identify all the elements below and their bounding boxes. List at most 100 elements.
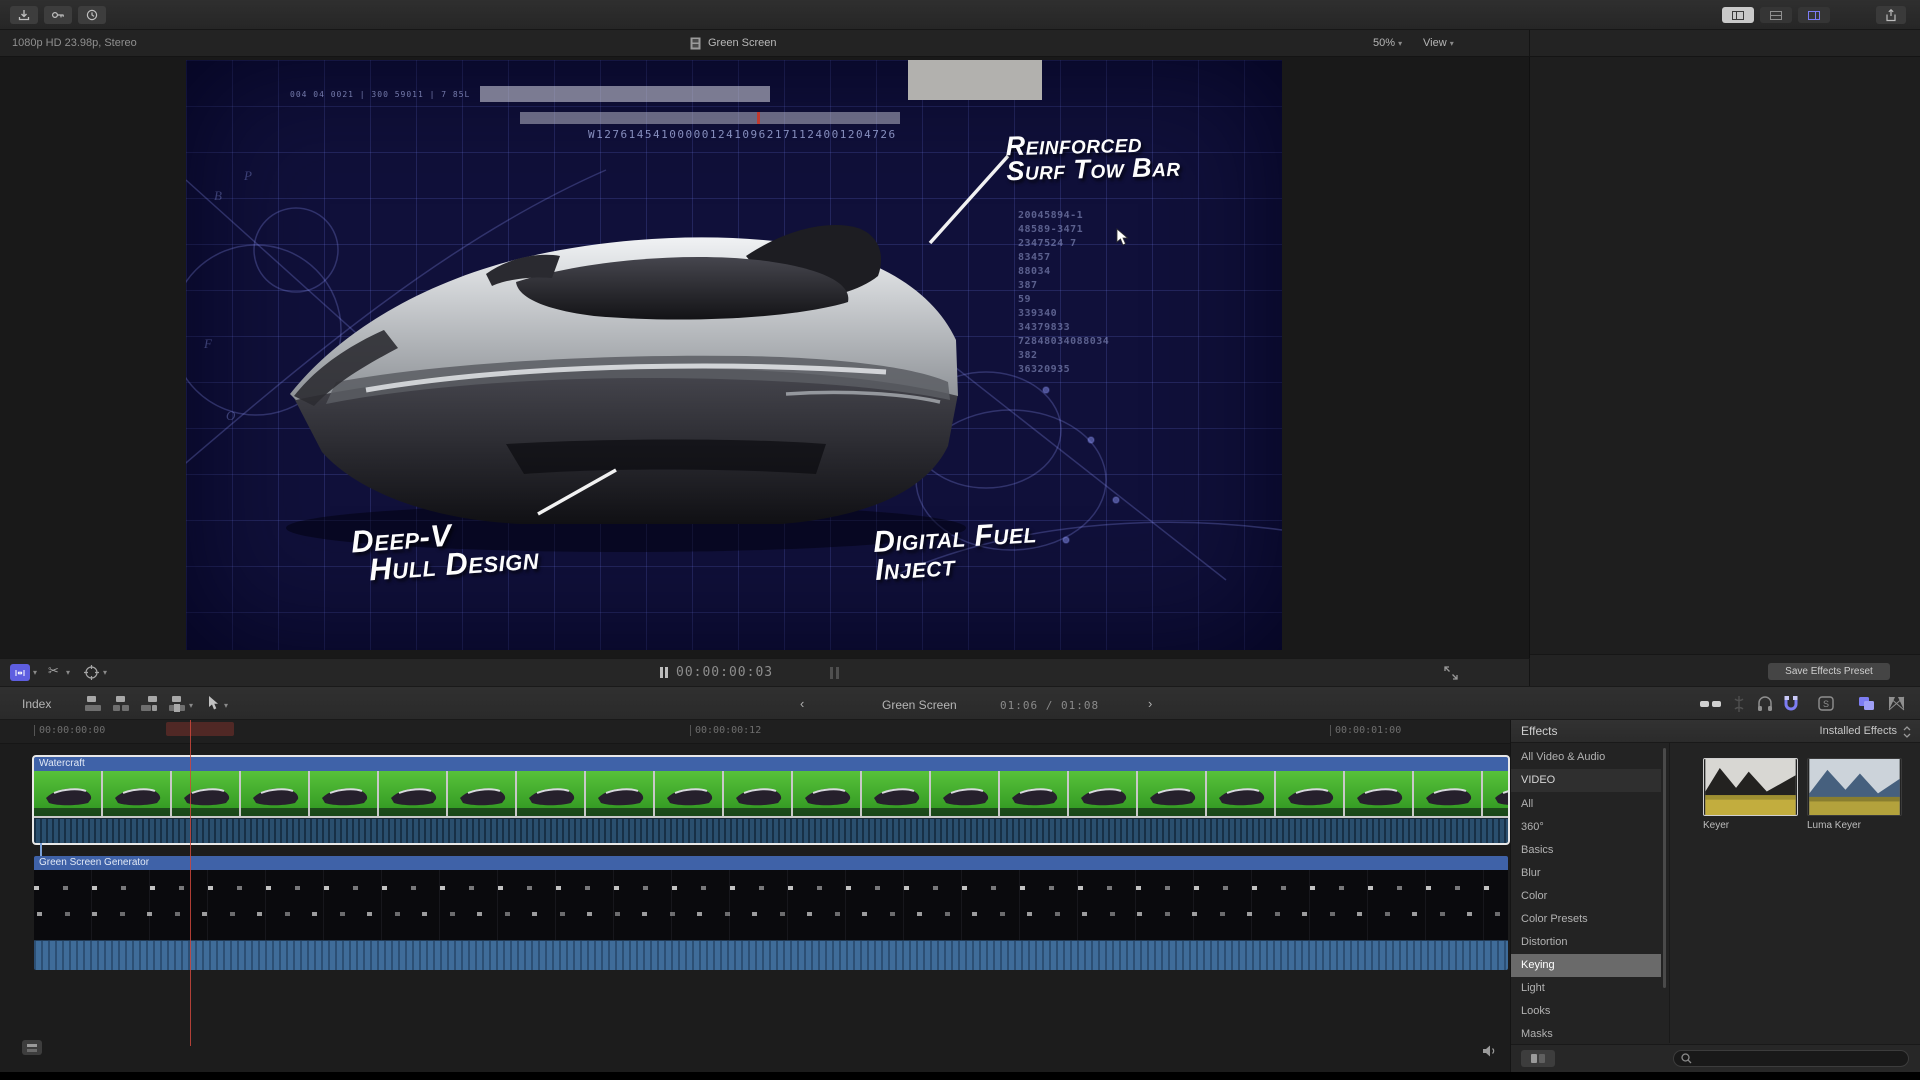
category-blur[interactable]: Blur	[1511, 862, 1661, 885]
inspector-panel: ✓ Effects ✓ Keyer Refine Key Sample Colo…	[1530, 57, 1920, 654]
playhead-timecode: 00:00:00:03	[676, 665, 773, 680]
category-basics[interactable]: Basics	[1511, 839, 1661, 862]
category-masks[interactable]: Masks	[1511, 1023, 1661, 1046]
browser-toggle-button[interactable]	[1722, 7, 1754, 23]
clip-skimming-icon[interactable]	[1700, 697, 1722, 711]
append-edit-icon[interactable]	[140, 695, 158, 712]
category-color-presets[interactable]: Color Presets	[1511, 908, 1661, 931]
gray-overlay-rect	[908, 60, 1042, 100]
background-tasks-button[interactable]	[78, 6, 106, 24]
filmstrip-icon	[690, 37, 701, 50]
effect-keyer-thumb[interactable]	[1703, 758, 1798, 816]
filmstrip-frame	[1069, 771, 1136, 816]
index-button[interactable]: Index	[22, 697, 51, 711]
appearance-icon	[27, 1044, 37, 1052]
inspector-toggle-button[interactable]	[1798, 7, 1830, 23]
import-icon	[18, 9, 30, 21]
video-frame[interactable]: BOPF	[186, 60, 1282, 650]
category-all-video-audio[interactable]: All Video & Audio	[1511, 746, 1661, 769]
category-light[interactable]: Light	[1511, 977, 1661, 1000]
overwrite-edit-icon[interactable]	[168, 695, 186, 712]
category-video-section[interactable]: VIDEO	[1511, 769, 1661, 792]
bottom-strip	[0, 1072, 1920, 1080]
skimming-icon[interactable]	[1732, 695, 1746, 713]
category-360[interactable]: 360°	[1511, 816, 1661, 839]
transform-tool-button[interactable]	[84, 665, 99, 680]
filmstrip-frame	[931, 771, 998, 816]
audio-meter-right	[836, 667, 839, 679]
filmstrip-frame	[793, 771, 860, 816]
timeline-appearance-button[interactable]	[22, 1040, 42, 1055]
snapping-icon[interactable]	[1783, 695, 1799, 712]
transitions-browser-toggle-icon[interactable]	[1888, 696, 1905, 711]
viewer-header: 1080p HD 23.98p, Stereo Green Screen 50%…	[0, 30, 1530, 57]
solo-icon[interactable]: S	[1818, 696, 1834, 711]
keyword-editor-button[interactable]	[44, 6, 72, 24]
label-fuel: Digital Fuel Inject	[872, 519, 1039, 584]
filmstrip-frame	[1276, 771, 1343, 816]
blade-tool-button[interactable]: ✂	[48, 663, 59, 679]
browser-divider	[1669, 743, 1670, 1043]
audio-meter-left[interactable]	[830, 667, 833, 679]
hud-bar-2	[520, 112, 900, 124]
chevron-down-icon[interactable]: ▾	[33, 668, 37, 677]
chevron-down-icon[interactable]: ▾	[66, 668, 70, 677]
clip-green-screen-generator[interactable]: Green Screen Generator	[34, 856, 1508, 970]
generator-filmstrip	[34, 870, 1508, 940]
save-effects-preset-button[interactable]: Save Effects Preset	[1768, 663, 1890, 680]
zoom-level-dropdown[interactable]: 50% ▾	[1373, 37, 1402, 49]
spec-numbers: 20045894-148589-34712347524 783457880343…	[1018, 210, 1109, 378]
video-audio-filter-button[interactable]	[1521, 1050, 1555, 1067]
category-all[interactable]: All	[1511, 793, 1661, 816]
insert-edit-icon[interactable]	[112, 695, 130, 712]
view-dropdown[interactable]: View ▾	[1423, 37, 1454, 49]
search-input[interactable]	[1696, 1052, 1908, 1066]
clip-filmstrip	[34, 771, 1508, 818]
category-keying[interactable]: Keying	[1511, 954, 1661, 977]
category-scrollbar[interactable]	[1663, 748, 1666, 988]
installed-effects-popup[interactable]: Installed Effects	[1820, 725, 1897, 737]
playhead[interactable]	[190, 720, 191, 1046]
filmstrip-frame	[1483, 771, 1508, 816]
svg-text:P: P	[243, 168, 252, 183]
filmstrip-frame	[310, 771, 377, 816]
connect-edit-icon[interactable]	[84, 695, 102, 712]
filter-squares-icon	[1531, 1054, 1545, 1063]
timeline-area[interactable]: Watercraft	[0, 744, 1510, 1072]
share-button[interactable]	[1876, 6, 1906, 24]
inspector-header: ▼ i Watercraft 00:00:01:10	[1530, 30, 1920, 57]
mute-speaker-icon[interactable]	[1482, 1044, 1498, 1058]
category-looks[interactable]: Looks	[1511, 1000, 1661, 1023]
timeline-ruler[interactable]: 00:00:00:00 00:00:00:12 00:00:01:00	[0, 720, 1510, 744]
pause-icon[interactable]	[660, 667, 663, 678]
select-tool-button[interactable]	[208, 696, 220, 711]
import-media-button[interactable]	[10, 6, 38, 24]
chevron-down-icon[interactable]: ▾	[189, 701, 193, 710]
previous-project-button[interactable]: ‹	[800, 696, 804, 711]
filmstrip-frame	[655, 771, 722, 816]
timeline-toggle-button[interactable]	[1760, 7, 1792, 23]
ruler-selection-range	[166, 722, 234, 736]
up-down-chevrons-icon	[1903, 726, 1911, 738]
trim-tool-button[interactable]	[10, 664, 30, 681]
svg-text:O: O	[226, 408, 236, 423]
audio-skimming-icon[interactable]	[1757, 695, 1773, 712]
share-icon	[1885, 9, 1897, 22]
chevron-down-icon: ▾	[1450, 39, 1454, 48]
generator-marks-row	[34, 886, 1508, 890]
effects-search-field[interactable]	[1673, 1050, 1909, 1067]
final-cut-pro-window: 1080p HD 23.98p, Stereo Green Screen 50%…	[0, 0, 1920, 1080]
effect-luma-keyer-thumb[interactable]	[1807, 758, 1902, 816]
effects-browser-toggle-icon[interactable]	[1858, 696, 1876, 711]
browser-icon	[1732, 11, 1744, 20]
filmstrip-frame	[241, 771, 308, 816]
filmstrip-frame	[1345, 771, 1412, 816]
clip-watercraft[interactable]: Watercraft	[34, 757, 1508, 843]
fullscreen-icon[interactable]	[1444, 666, 1458, 680]
category-color[interactable]: Color	[1511, 885, 1661, 908]
next-project-button[interactable]: ›	[1148, 696, 1152, 711]
category-distortion[interactable]: Distortion	[1511, 931, 1661, 954]
project-name[interactable]: Green Screen	[882, 698, 957, 712]
chevron-down-icon[interactable]: ▾	[224, 701, 228, 710]
chevron-down-icon[interactable]: ▾	[103, 668, 107, 677]
